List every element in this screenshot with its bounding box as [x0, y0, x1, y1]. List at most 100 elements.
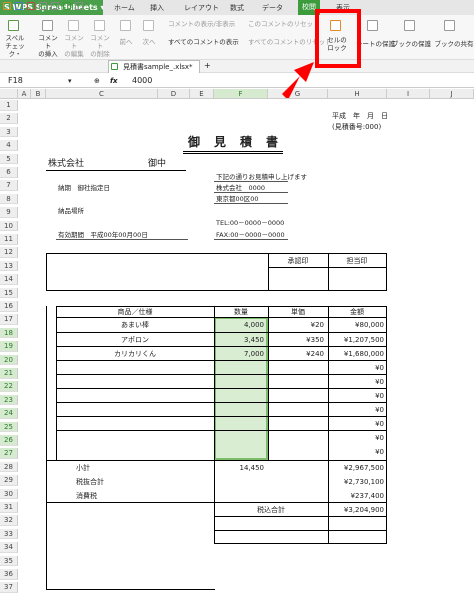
item-amount[interactable]: ¥1,680,000: [328, 349, 384, 359]
zoom-icon[interactable]: ⊕: [94, 76, 100, 86]
item-name[interactable]: あまい棒: [56, 320, 214, 330]
previous-comment-button[interactable]: 前へ: [117, 38, 135, 46]
row-header[interactable]: 33: [0, 528, 18, 540]
row-header[interactable]: 7: [0, 180, 18, 191]
row-header[interactable]: 29: [0, 475, 18, 486]
row-header[interactable]: 13: [0, 260, 18, 272]
tab-data[interactable]: データ: [262, 3, 283, 13]
item-price[interactable]: ¥350: [268, 335, 324, 345]
row-header[interactable]: 30: [0, 488, 18, 500]
show-all-comments-button[interactable]: すべてのコメントの表示: [168, 38, 239, 46]
row-header[interactable]: 8: [0, 193, 18, 205]
fx-icon[interactable]: fx: [110, 76, 118, 86]
row-header[interactable]: 19: [0, 341, 18, 352]
empty-row-amount[interactable]: ¥0: [328, 377, 384, 387]
row-header[interactable]: 12: [0, 247, 18, 258]
subtotal-qty[interactable]: 14,450: [214, 463, 265, 473]
name-box[interactable]: F18: [2, 75, 77, 87]
subtotal-amount[interactable]: ¥2,967,500: [328, 463, 384, 473]
undo-icon[interactable]: [63, 2, 71, 10]
empty-row-amount[interactable]: ¥0: [328, 391, 384, 401]
row-header[interactable]: 16: [0, 301, 18, 312]
print-icon[interactable]: [39, 2, 47, 10]
tab-home[interactable]: ホーム: [114, 3, 135, 13]
next-comment-button[interactable]: 次へ: [140, 38, 158, 46]
column-header[interactable]: E: [190, 89, 214, 99]
book-share-button[interactable]: ブックの共有: [434, 40, 474, 48]
save-icon[interactable]: [15, 2, 23, 10]
empty-row-amount[interactable]: ¥0: [328, 419, 384, 429]
insert-comment-button[interactable]: コメント の挿入: [36, 34, 60, 58]
column-header[interactable]: J: [430, 89, 474, 99]
empty-row-amount[interactable]: ¥0: [328, 405, 384, 415]
row-header[interactable]: 26: [0, 435, 18, 446]
grand-total-amount[interactable]: ¥3,204,900: [328, 505, 384, 515]
edit-comment-button[interactable]: コメント の編集: [62, 34, 86, 58]
tab-layout[interactable]: レイアウト: [184, 3, 219, 13]
item-qty[interactable]: 4,000: [214, 320, 264, 330]
column-header[interactable]: C: [46, 89, 158, 99]
row-header[interactable]: 35: [0, 555, 18, 567]
preview-icon[interactable]: [51, 2, 59, 10]
sheet-protect-button[interactable]: シートの保護: [356, 40, 395, 48]
item-amount[interactable]: ¥80,000: [328, 320, 384, 330]
column-header[interactable]: I: [387, 89, 430, 99]
formula-input[interactable]: 4000: [132, 75, 152, 87]
row-header[interactable]: 27: [0, 448, 18, 459]
delete-comment-button[interactable]: コメント の削除: [88, 34, 112, 58]
row-header[interactable]: 25: [0, 421, 18, 433]
reset-comment-button[interactable]: このコメントのリセット: [248, 20, 320, 28]
column-header[interactable]: B: [31, 89, 46, 99]
row-header[interactable]: 32: [0, 515, 18, 526]
empty-row-amount[interactable]: ¥0: [328, 447, 384, 457]
item-name[interactable]: アポロン: [56, 335, 214, 345]
item-qty[interactable]: 3,450: [214, 335, 264, 345]
row-header[interactable]: 21: [0, 368, 18, 379]
row-header[interactable]: 14: [0, 274, 18, 285]
row-header[interactable]: 20: [0, 354, 18, 366]
open-icon[interactable]: [3, 2, 11, 10]
show-hide-comment-button[interactable]: コメントの表示/非表示: [168, 20, 235, 28]
row-header[interactable]: 11: [0, 234, 18, 245]
new-tab-button[interactable]: +: [204, 61, 211, 71]
item-price[interactable]: ¥20: [268, 320, 324, 330]
row-header[interactable]: 3: [0, 126, 18, 138]
column-header[interactable]: H: [328, 89, 387, 99]
item-price[interactable]: ¥240: [268, 349, 324, 359]
row-header[interactable]: 34: [0, 542, 18, 553]
column-header[interactable]: D: [158, 89, 190, 99]
select-all-corner[interactable]: [0, 89, 18, 99]
column-header[interactable]: F: [214, 89, 268, 99]
row-header[interactable]: 24: [0, 408, 18, 419]
empty-row-amount[interactable]: ¥0: [328, 363, 384, 373]
redo-icon[interactable]: [75, 2, 83, 10]
item-name[interactable]: カリカリくん: [56, 349, 214, 359]
row-header[interactable]: 15: [0, 287, 18, 299]
empty-row-amount[interactable]: ¥0: [328, 433, 384, 443]
spell-check-button[interactable]: スペル チェック・: [2, 34, 28, 58]
column-header[interactable]: A: [18, 89, 31, 99]
tax-amount[interactable]: ¥237,400: [328, 491, 384, 501]
row-header[interactable]: 28: [0, 461, 18, 473]
book-protect-button[interactable]: ブックの保護: [392, 40, 431, 48]
pdf-icon[interactable]: [27, 2, 35, 10]
item-amount[interactable]: ¥1,207,500: [328, 335, 384, 345]
tab-formulas[interactable]: 数式: [230, 3, 244, 13]
row-header[interactable]: 6: [0, 167, 18, 178]
row-header[interactable]: 1: [0, 100, 18, 111]
row-header[interactable]: 10: [0, 220, 18, 232]
row-header[interactable]: 36: [0, 569, 18, 580]
row-header[interactable]: 37: [0, 582, 18, 593]
row-header[interactable]: 2: [0, 113, 18, 124]
row-header[interactable]: 17: [0, 314, 18, 325]
row-header[interactable]: 4: [0, 140, 18, 151]
row-header[interactable]: 18: [0, 327, 18, 339]
row-header[interactable]: 5: [0, 153, 18, 165]
row-header[interactable]: 9: [0, 207, 18, 218]
item-qty[interactable]: 7,000: [214, 349, 264, 359]
row-header[interactable]: 22: [0, 381, 18, 392]
taxed-total-amount[interactable]: ¥2,730,100: [328, 477, 384, 487]
row-header[interactable]: 31: [0, 502, 18, 513]
document-tab[interactable]: 見積書sample_.xlsx*: [108, 60, 200, 73]
row-header[interactable]: 23: [0, 394, 18, 406]
